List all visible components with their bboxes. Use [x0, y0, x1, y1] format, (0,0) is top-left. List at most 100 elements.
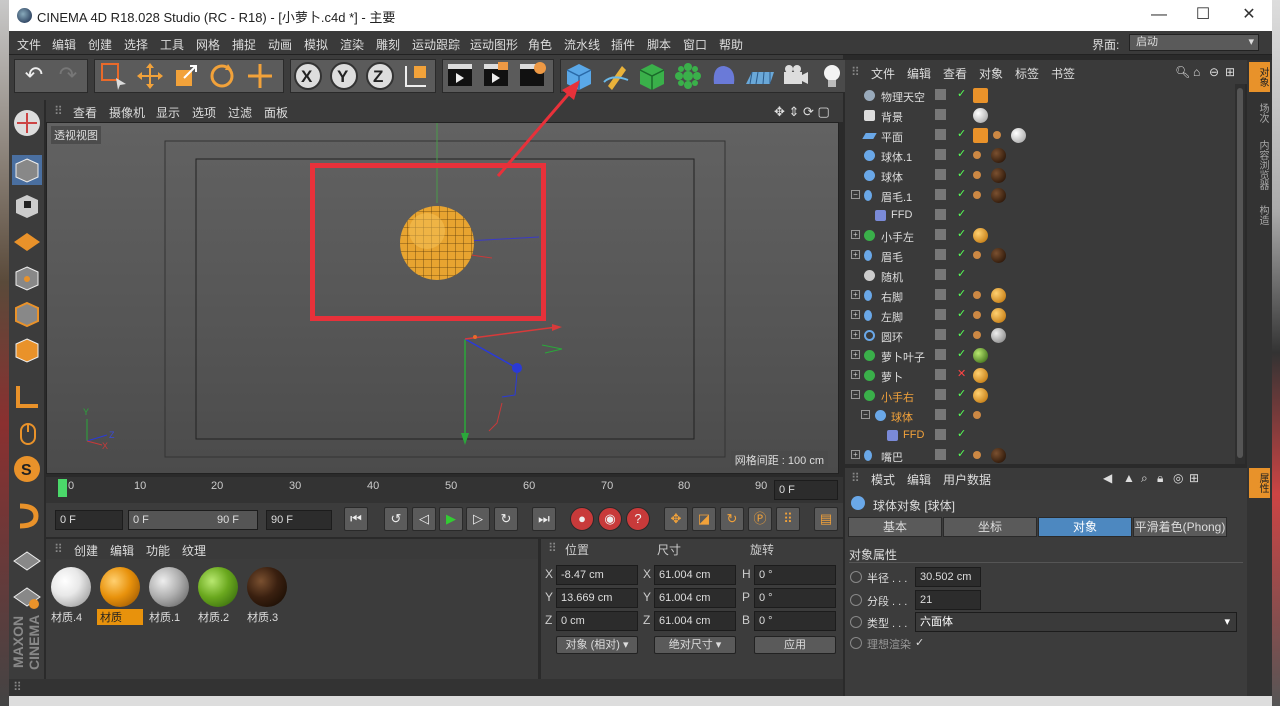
am-menu-edit[interactable]: 编辑 [907, 471, 931, 488]
object-row[interactable]: 球体.1 ✓ [845, 146, 1235, 166]
enabled-check-icon[interactable]: ✓ [957, 187, 966, 200]
enabled-check-icon[interactable]: ✓ [957, 387, 966, 400]
object-row[interactable]: 随机 ✓ [845, 266, 1235, 286]
enabled-check-icon[interactable]: ✓ [957, 307, 966, 320]
menu-render[interactable]: 渲染 [340, 36, 364, 53]
material-tag-icon[interactable] [991, 188, 1006, 203]
tag-icon[interactable] [973, 128, 988, 143]
key-point-level-icon[interactable]: ⠿ [776, 507, 800, 531]
material-tag-icon[interactable] [991, 248, 1006, 263]
model-mode-icon[interactable] [12, 155, 42, 185]
edges-mode-icon[interactable] [12, 299, 42, 329]
object-row[interactable]: + 小手左 ✓ [845, 226, 1235, 246]
cloner-icon[interactable] [672, 60, 704, 92]
am-menu-user-data[interactable]: 用户数据 [943, 471, 991, 488]
tab-phong[interactable]: 平滑着色(Phong) [1133, 517, 1227, 537]
axis-mode-icon[interactable] [12, 382, 42, 412]
vp-menu-options[interactable]: 选项 [192, 104, 216, 121]
om-menu-view[interactable]: 查看 [943, 65, 967, 82]
transform-tool-icon[interactable] [244, 60, 276, 92]
enabled-check-icon[interactable]: ✓ [957, 167, 966, 180]
material-tag-icon[interactable] [973, 388, 988, 403]
tab-basic[interactable]: 基本 [848, 517, 942, 537]
playhead-marker[interactable] [58, 479, 67, 497]
tag-icon[interactable] [973, 88, 988, 103]
apply-button[interactable]: 应用 [754, 636, 836, 654]
material-swatch-selected[interactable]: 材质 [97, 565, 143, 625]
tag-icon[interactable] [973, 251, 981, 259]
menu-window[interactable]: 窗口 [683, 36, 707, 53]
tag-icon[interactable] [973, 171, 981, 179]
material-swatch[interactable]: 材质.3 [244, 565, 290, 625]
tab-object[interactable]: 对象 [1038, 517, 1132, 537]
tree-toggle[interactable]: − [851, 190, 860, 199]
enabled-check-icon[interactable]: ✓ [957, 127, 966, 140]
enabled-check-icon[interactable]: ✓ [957, 87, 966, 100]
object-row[interactable]: + 嘴巴 ✓ [845, 446, 1235, 464]
material-tag-icon[interactable] [973, 228, 988, 243]
x-axis-lock-icon[interactable]: X [292, 60, 324, 92]
timeline-ruler[interactable]: 0 10 20 30 40 50 60 70 80 90 0 F [46, 477, 843, 503]
object-row-highlighted[interactable]: − 球体 ✓ [845, 406, 1235, 426]
tree-toggle[interactable]: + [851, 290, 860, 299]
tag-icon[interactable] [973, 451, 981, 459]
preview-range-slider[interactable]: 0 F 90 F [128, 510, 258, 530]
menu-animate[interactable]: 动画 [268, 36, 292, 53]
material-swatch[interactable]: 材质.1 [146, 565, 192, 625]
tab-structure[interactable]: 构造 [1249, 200, 1270, 230]
om-menu-edit[interactable]: 编辑 [907, 65, 931, 82]
coordinate-mode-dropdown[interactable]: 对象 (相对) ▾ [556, 636, 638, 654]
enabled-check-icon[interactable]: ✓ [957, 447, 966, 460]
up-arrow-icon[interactable]: ▲ [1123, 471, 1135, 485]
maximize-button[interactable]: ☐ [1183, 4, 1223, 26]
next-frame-icon[interactable]: ▷ [466, 507, 490, 531]
om-menu-objects[interactable]: 对象 [979, 65, 1003, 82]
lock-icon[interactable]: 🔒︎ [1157, 471, 1163, 486]
tree-toggle[interactable]: − [851, 390, 860, 399]
material-swatch[interactable]: 材质.2 [195, 565, 241, 625]
move-tool-icon[interactable] [134, 60, 166, 92]
vp-menu-camera[interactable]: 摄像机 [109, 104, 145, 121]
z-axis-lock-icon[interactable]: Z [364, 60, 396, 92]
radius-field[interactable]: 30.502 cm [915, 567, 981, 587]
rotate-tool-icon[interactable] [206, 60, 238, 92]
snapping-icon[interactable]: S [12, 454, 42, 484]
go-to-end-icon[interactable]: ⏭ [532, 507, 556, 531]
camera-object-icon[interactable] [780, 60, 812, 92]
size-z-field[interactable]: 61.004 cm [654, 611, 736, 631]
om-menu-tags[interactable]: 标签 [1015, 65, 1039, 82]
current-frame-field[interactable]: 0 F [774, 480, 838, 500]
material-swatch[interactable]: 材质.4 [48, 565, 94, 625]
object-row[interactable]: + 左脚 ✓ [845, 306, 1235, 326]
material-tag-icon[interactable] [991, 328, 1006, 343]
material-tag-icon[interactable] [991, 288, 1006, 303]
home-icon[interactable]: ⌂ [1193, 65, 1200, 79]
render-view-icon[interactable] [444, 60, 476, 92]
go-to-start-icon[interactable]: ⏮ [344, 507, 368, 531]
previous-frame-icon[interactable]: ◁ [412, 507, 436, 531]
record-keys-icon[interactable]: ● [570, 507, 594, 531]
material-tag-icon[interactable] [973, 368, 988, 383]
object-row[interactable]: − 眉毛.1 ✓ [845, 186, 1235, 206]
make-editable-icon[interactable] [12, 108, 42, 138]
enabled-check-icon[interactable]: ✓ [957, 247, 966, 260]
end-frame-field[interactable]: 90 F [266, 510, 332, 530]
texture-mode-icon[interactable] [12, 191, 42, 221]
y-axis-lock-icon[interactable]: Y [328, 60, 360, 92]
animate-radio[interactable] [850, 616, 862, 628]
key-parameter-icon[interactable]: Ⓟ [748, 507, 772, 531]
object-row[interactable]: 背景 [845, 106, 1235, 126]
animate-radio[interactable] [850, 571, 862, 583]
vp-menu-view[interactable]: 查看 [73, 104, 97, 121]
material-tag-icon[interactable] [1011, 128, 1026, 143]
settings-icon[interactable]: ◎ [1173, 471, 1183, 485]
rotation-p-field[interactable]: 0 ° [754, 588, 836, 608]
tab-content-browser[interactable]: 内容浏览器 [1249, 134, 1270, 196]
polygons-mode-icon[interactable] [12, 335, 42, 365]
enabled-check-icon[interactable]: ✓ [957, 267, 966, 280]
om-menu-file[interactable]: 文件 [871, 65, 895, 82]
viewport-navigation-icons[interactable]: ✥ ⇕ ⟳ ▢ [774, 104, 830, 120]
menu-create[interactable]: 创建 [88, 36, 112, 53]
mat-menu-texture[interactable]: 纹理 [182, 542, 206, 559]
timeline-window-icon[interactable]: ▤ [814, 507, 838, 531]
